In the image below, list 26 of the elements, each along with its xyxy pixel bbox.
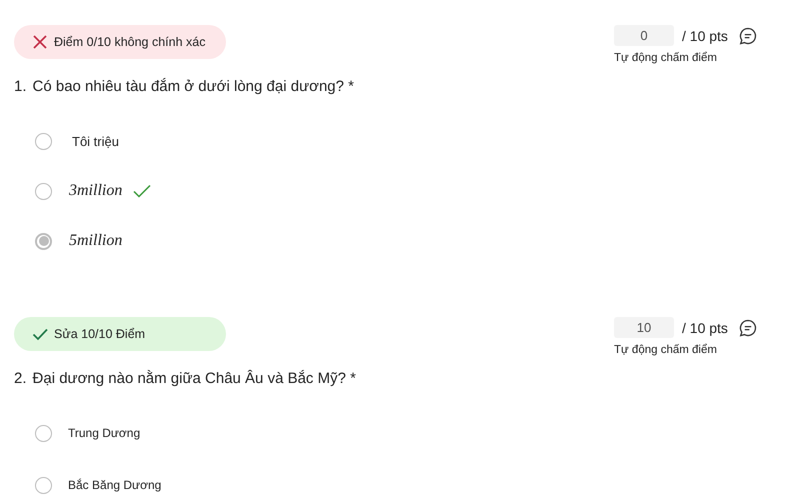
checkmark-icon: [32, 326, 48, 342]
max-points: / 10 pts: [682, 28, 728, 44]
score-field[interactable]: 10: [614, 317, 674, 338]
option-label: Bắc Băng Dương: [68, 478, 162, 492]
radio-button[interactable]: [35, 476, 52, 494]
question-text: Đại dương nào nằm giữa Châu Âu và Bắc Mỹ? *: [32, 370, 356, 387]
option-label: 3million: [69, 182, 122, 200]
max-points: / 10 pts: [682, 320, 728, 336]
result-text: Điểm 0/10 không chính xác: [54, 35, 206, 49]
question-text: Có bao nhiêu tàu đắm ở dưới lòng đại dương? *: [32, 78, 354, 95]
option-label: Tôi triệu: [72, 134, 119, 148]
question-number: 2.: [14, 370, 27, 387]
auto-grade-label: Tự động chấm điểm: [614, 52, 718, 64]
question-number: 1.: [14, 78, 27, 95]
option-label: 5million: [69, 232, 122, 250]
close-icon: [32, 34, 48, 50]
auto-grade-label: Tự động chấm điểm: [614, 344, 718, 356]
radio-button[interactable]: [35, 232, 52, 250]
radio-button[interactable]: [35, 424, 52, 442]
comment-icon[interactable]: [738, 26, 758, 46]
comment-icon[interactable]: [738, 318, 758, 338]
radio-button[interactable]: [35, 182, 52, 200]
radio-button[interactable]: [35, 132, 52, 150]
option-label: Trung Dương: [68, 426, 140, 440]
score-field[interactable]: 0: [614, 25, 674, 46]
result-text: Sửa 10/10 Điểm: [54, 327, 146, 341]
